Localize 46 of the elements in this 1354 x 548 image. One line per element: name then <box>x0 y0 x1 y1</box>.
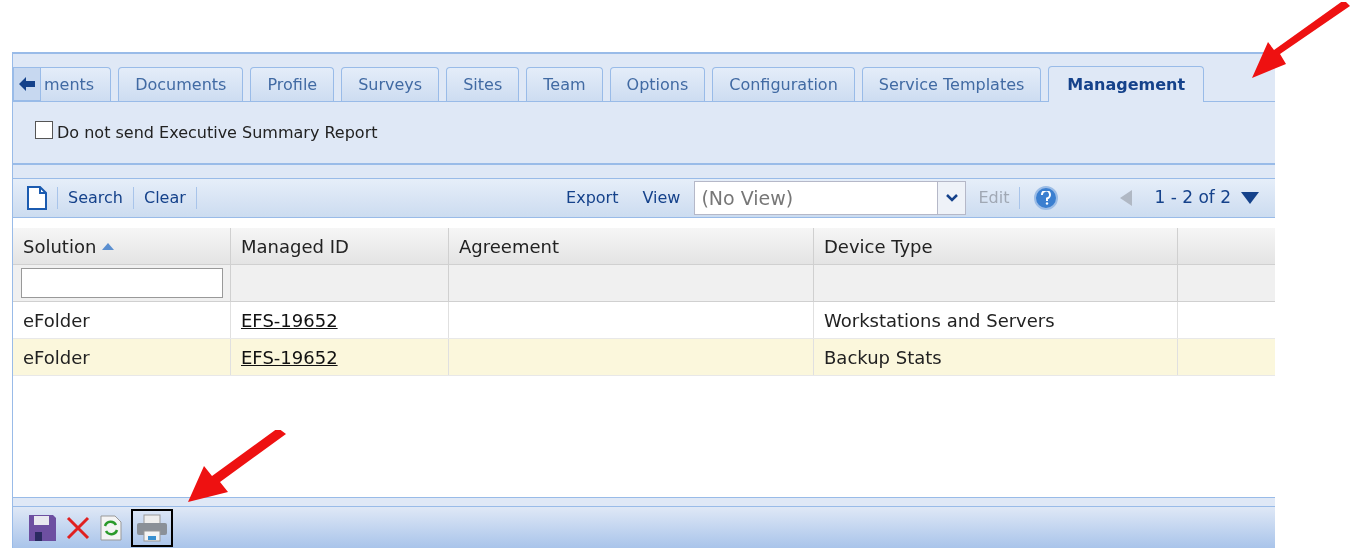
pager-menu-icon[interactable] <box>1241 192 1259 204</box>
view-dropdown[interactable]: (No View) <box>694 181 967 215</box>
pager-text: 1 - 2 of 2 <box>1154 186 1231 210</box>
managed-id-link[interactable]: EFS-19652 <box>241 306 338 334</box>
tab[interactable]: Sites <box>446 67 520 101</box>
checkbox[interactable] <box>35 120 53 139</box>
checkbox-label: Do not send Executive Summary Report <box>57 121 378 144</box>
delete-icon[interactable] <box>65 514 91 541</box>
refresh-icon[interactable] <box>99 513 123 542</box>
managed-id-link[interactable]: EFS-19652 <box>241 343 338 371</box>
save-icon[interactable] <box>27 512 57 543</box>
tab[interactable]: Profile <box>250 67 335 101</box>
tab[interactable]: Options <box>609 67 706 101</box>
dropdown-value: (No View) <box>700 185 795 211</box>
arrow-left-icon <box>19 77 35 91</box>
column-title: Managed ID <box>241 234 349 259</box>
dropdown-caret-icon[interactable] <box>937 182 966 214</box>
table-cell-text: eFolder <box>23 308 90 333</box>
export-button[interactable]: Export <box>566 186 619 210</box>
printer-icon <box>135 512 169 543</box>
print-button[interactable] <box>131 508 173 547</box>
table-cell-text: Backup Stats <box>824 345 942 370</box>
column-header[interactable]: Solution <box>13 228 231 264</box>
tab[interactable]: Management <box>1048 66 1205 102</box>
tab[interactable]: Surveys <box>341 67 440 101</box>
toolbar-button[interactable]: Clear <box>143 186 186 210</box>
tab[interactable]: Configuration <box>712 67 855 101</box>
column-header[interactable]: Managed ID <box>231 228 449 264</box>
column-title: Solution <box>23 234 97 259</box>
column-header[interactable]: Device Type <box>814 228 1178 264</box>
tab[interactable]: Documents <box>118 67 244 101</box>
table-cell-text: eFolder <box>23 345 90 370</box>
scroll-left-button[interactable] <box>13 67 41 101</box>
table-row[interactable]: eFolder EFS-19652 Workstations and Servers <box>13 302 1275 339</box>
table-row[interactable]: eFolder EFS-19652 Backup Stats <box>13 339 1275 376</box>
filter-field[interactable] <box>21 268 223 298</box>
new-icon[interactable] <box>27 186 47 210</box>
column-title: Device Type <box>824 234 933 259</box>
toolbar-button[interactable]: Search <box>68 186 123 210</box>
column-title: Agreement <box>459 234 559 259</box>
tab[interactable]: Service Templates <box>861 67 1042 101</box>
column-header[interactable]: Agreement <box>449 228 814 264</box>
view-label: View <box>642 187 681 209</box>
help-icon[interactable] <box>1034 186 1059 210</box>
tab[interactable]: Team <box>526 67 603 101</box>
table-cell-text: Workstations and Servers <box>824 308 1055 333</box>
